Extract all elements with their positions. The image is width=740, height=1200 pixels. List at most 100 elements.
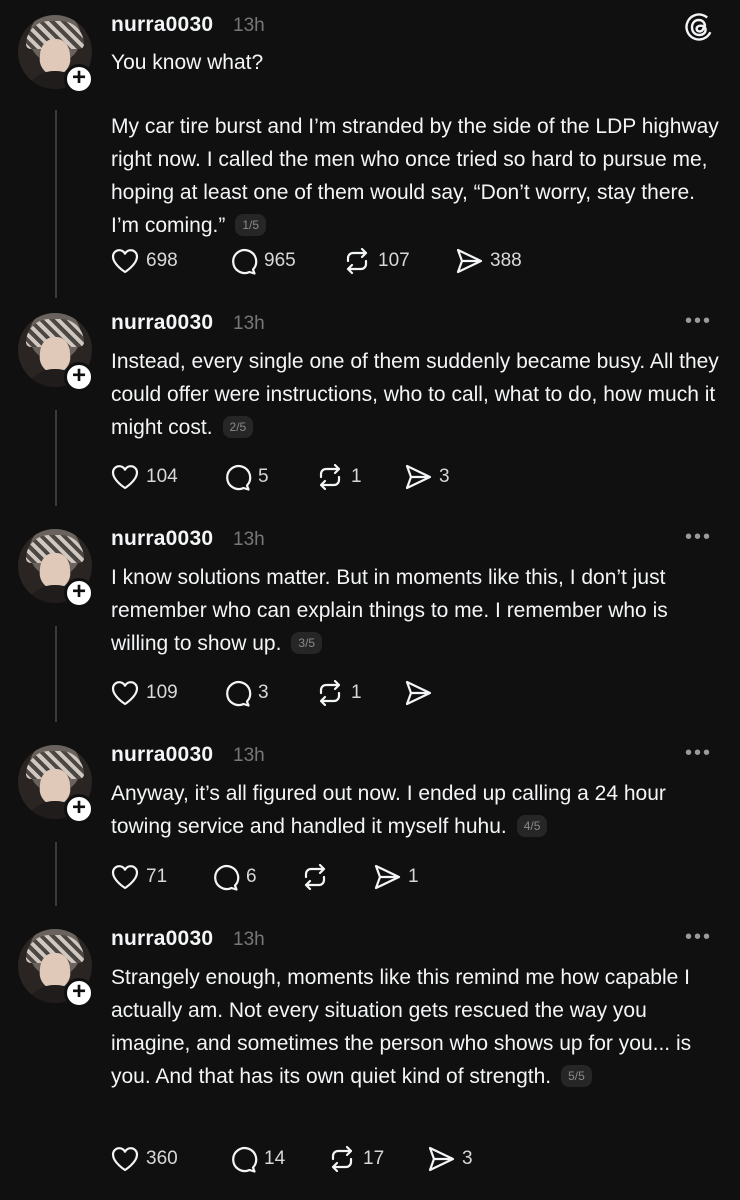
repost-button[interactable]: 107 [341, 244, 410, 278]
reply-count: 6 [246, 866, 257, 887]
threads-logo-icon[interactable] [684, 12, 714, 42]
like-button[interactable]: 109 [109, 676, 178, 710]
more-icon[interactable]: ••• [685, 311, 712, 331]
send-icon [405, 680, 432, 706]
repost-count: 1 [351, 466, 362, 487]
comment-icon [232, 248, 258, 275]
repost-count: 17 [363, 1148, 385, 1169]
like-button[interactable]: 698 [109, 244, 178, 278]
username[interactable]: nurra0030 [111, 13, 213, 37]
post-paragraph: I know solutions matter. But in moments … [111, 561, 723, 660]
send-icon [456, 248, 483, 274]
repost-button[interactable]: 1 [314, 676, 362, 710]
follow-plus-button[interactable]: + [64, 578, 94, 608]
timestamp: 13h [233, 15, 265, 36]
like-count: 698 [146, 250, 178, 271]
thread-line [55, 110, 57, 298]
like-count: 360 [146, 1148, 178, 1169]
heart-icon [111, 865, 139, 890]
username[interactable]: nurra0030 [111, 527, 213, 551]
post-text: Strangely enough, moments like this remi… [111, 961, 723, 1093]
post-text: Instead, every single one of them sudden… [111, 345, 723, 444]
page-indicator: 2/5 [222, 416, 254, 438]
comment-icon [232, 1146, 258, 1173]
post-text: I know solutions matter. But in moments … [111, 561, 723, 660]
share-count: 3 [462, 1148, 473, 1169]
action-bar: 71 6 1 [109, 860, 549, 894]
share-count: 388 [490, 250, 522, 271]
post-paragraph: Anyway, it’s all figured out now. I ende… [111, 777, 723, 843]
timestamp: 13h [233, 313, 265, 334]
more-icon[interactable]: ••• [685, 927, 712, 947]
username[interactable]: nurra0030 [111, 927, 213, 951]
action-bar: 698 965 107 388 [109, 244, 549, 278]
send-icon [374, 864, 401, 890]
post-paragraph-text: My car tire burst and I’m stranded by th… [111, 115, 719, 237]
post-paragraph-text: Instead, every single one of them sudden… [111, 350, 719, 439]
reply-button[interactable]: 6 [209, 860, 257, 894]
share-button[interactable]: 1 [371, 860, 419, 894]
reply-button[interactable]: 14 [227, 1142, 285, 1176]
comment-icon [226, 680, 252, 707]
timestamp: 13h [233, 529, 265, 550]
page-indicator: 3/5 [291, 632, 323, 654]
share-count: 3 [439, 466, 450, 487]
reply-button[interactable]: 3 [221, 676, 269, 710]
post-paragraph: You know what? [111, 51, 264, 74]
repost-button[interactable]: 17 [326, 1142, 384, 1176]
action-bar: 104 5 1 3 [109, 460, 549, 494]
share-button[interactable]: 388 [453, 244, 522, 278]
reply-count: 5 [258, 466, 269, 487]
page-indicator: 4/5 [516, 815, 548, 837]
share-button[interactable]: 3 [425, 1142, 473, 1176]
more-icon[interactable]: ••• [685, 743, 712, 763]
send-icon [428, 1146, 455, 1172]
reply-button[interactable]: 965 [227, 244, 296, 278]
repost-button[interactable]: 1 [314, 460, 362, 494]
send-icon [405, 464, 432, 490]
follow-plus-button[interactable]: + [64, 978, 94, 1008]
repost-count: 107 [378, 250, 410, 271]
reply-count: 965 [264, 250, 296, 271]
thread-line [55, 410, 57, 506]
follow-plus-button[interactable]: + [64, 64, 94, 94]
post-paragraph-text: Strangely enough, moments like this remi… [111, 966, 692, 1088]
repost-icon [319, 679, 341, 707]
repost-icon [346, 247, 368, 275]
heart-icon [111, 465, 139, 490]
more-icon[interactable]: ••• [685, 527, 712, 547]
follow-plus-button[interactable]: + [64, 794, 94, 824]
like-count: 71 [146, 866, 168, 887]
share-button[interactable]: 3 [402, 460, 450, 494]
reply-count: 14 [264, 1148, 286, 1169]
share-button[interactable] [402, 676, 439, 710]
post-paragraph: Strangely enough, moments like this remi… [111, 961, 723, 1093]
reply-button[interactable]: 5 [221, 460, 269, 494]
repost-button[interactable] [299, 860, 336, 894]
post-text: Anyway, it’s all figured out now. I ende… [111, 777, 723, 843]
repost-icon [331, 1145, 353, 1173]
username[interactable]: nurra0030 [111, 743, 213, 767]
comment-icon [214, 864, 240, 891]
post-text: You know what? My car tire burst and I’m… [111, 46, 723, 242]
comment-icon [226, 464, 252, 491]
repost-count: 1 [351, 682, 362, 703]
share-count: 1 [408, 866, 419, 887]
follow-plus-button[interactable]: + [64, 362, 94, 392]
action-bar: 360 14 17 3 [109, 1142, 549, 1176]
like-count: 104 [146, 466, 178, 487]
like-button[interactable]: 360 [109, 1142, 178, 1176]
timestamp: 13h [233, 929, 265, 950]
username[interactable]: nurra0030 [111, 311, 213, 335]
post-paragraph: My car tire burst and I’m stranded by th… [111, 110, 723, 242]
like-count: 109 [146, 682, 178, 703]
thread-line [55, 626, 57, 722]
page-indicator: 1/5 [235, 214, 267, 236]
reply-count: 3 [258, 682, 269, 703]
like-button[interactable]: 71 [109, 860, 167, 894]
page-indicator: 5/5 [561, 1065, 592, 1087]
like-button[interactable]: 104 [109, 460, 178, 494]
heart-icon [111, 249, 139, 274]
timestamp: 13h [233, 745, 265, 766]
heart-icon [111, 681, 139, 706]
